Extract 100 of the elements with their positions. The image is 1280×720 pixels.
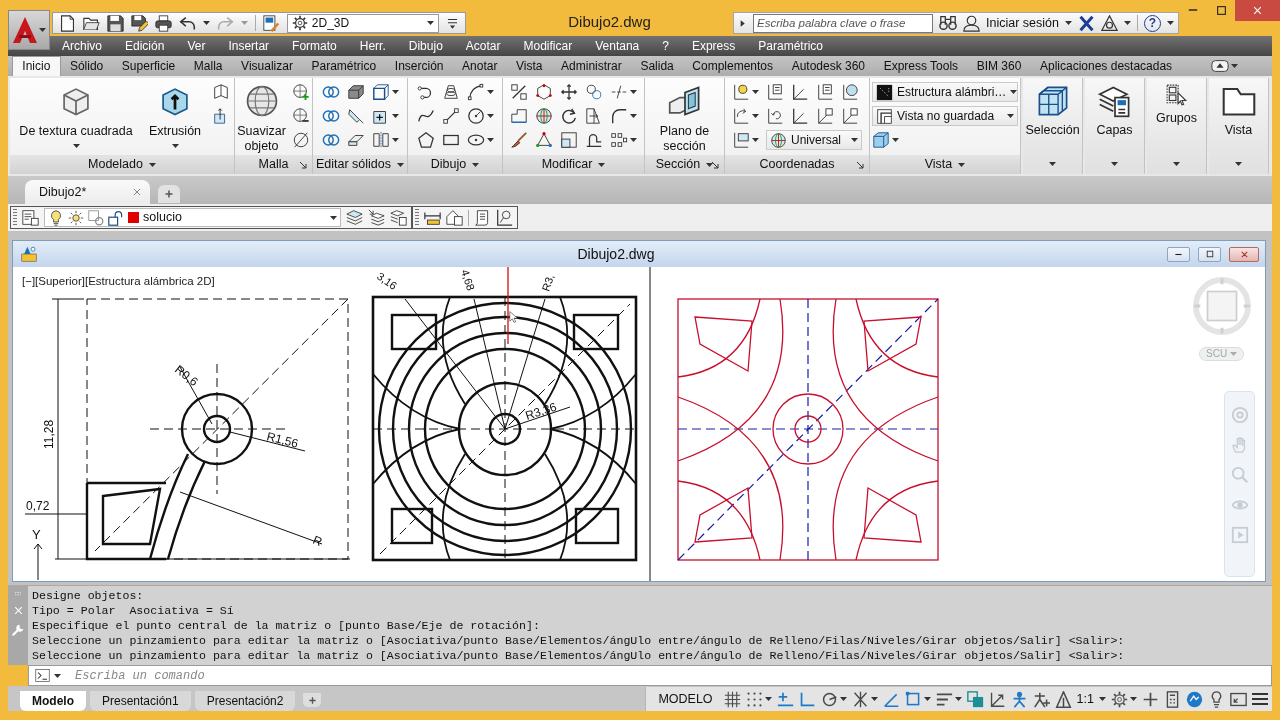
close-button[interactable]: [1229, 246, 1259, 262]
user-icon[interactable]: [963, 14, 980, 32]
sun-icon[interactable]: [68, 209, 84, 226]
box-icon[interactable]: [346, 83, 365, 101]
menu-icon[interactable]: [1252, 692, 1268, 706]
caret-icon[interactable]: [148, 162, 156, 167]
panel-title-button[interactable]: Malla: [235, 155, 312, 174]
ribbon-button[interactable]: Suavizar objeto: [237, 80, 286, 154]
caret-icon[interactable]: [764, 697, 772, 701]
helix-icon[interactable]: [441, 83, 460, 101]
axes-icon[interactable]: [791, 83, 809, 101]
arc-icon[interactable]: [466, 83, 485, 101]
ribbon-tab[interactable]: Sólido: [60, 57, 113, 76]
caret-icon[interactable]: [752, 90, 759, 94]
nested-squares-icon[interactable]: [560, 131, 578, 149]
menu-item[interactable]: Dibujo: [408, 40, 443, 52]
ribbon-tab[interactable]: Vista: [506, 57, 552, 76]
ribbon-button[interactable]: Plano de sección: [652, 80, 717, 154]
ribbon-tab[interactable]: Visualizar: [231, 57, 303, 76]
page-arrow-icon[interactable]: [585, 107, 603, 125]
caret-icon[interactable]: [598, 162, 606, 167]
ellipse-icon[interactable]: [466, 131, 485, 149]
new-file-icon[interactable]: [59, 14, 76, 32]
menu-item[interactable]: Herr.: [359, 40, 386, 52]
caret-icon[interactable]: [72, 144, 80, 148]
crossed-lines-icon[interactable]: [851, 690, 869, 708]
prompt-icon[interactable]: [35, 668, 50, 683]
plus-icon[interactable]: [164, 189, 174, 199]
caret-icon[interactable]: [1111, 162, 1118, 166]
caret-icon[interactable]: [427, 21, 434, 25]
ribbon-tab[interactable]: Inserción: [385, 57, 453, 76]
panel-title-button[interactable]: Vista: [870, 155, 1020, 174]
ribbon-tab[interactable]: Paramétrico: [302, 57, 386, 76]
linked-circles-icon[interactable]: [585, 83, 603, 101]
mesh-minus-icon[interactable]: [291, 107, 310, 125]
ribbon-tab[interactable]: Autodesk 360: [782, 57, 875, 76]
grouped-squares-pointer-icon[interactable]: [1165, 84, 1188, 106]
lines-caret-icon[interactable]: [446, 16, 459, 30]
axes-globe-icon[interactable]: [841, 83, 859, 101]
caret-icon[interactable]: [486, 114, 494, 118]
plus-line-icon[interactable]: [776, 690, 794, 708]
caret-icon[interactable]: [1007, 114, 1014, 118]
menu-item[interactable]: Edición: [125, 40, 165, 52]
layers-arrow-icon[interactable]: [368, 209, 385, 226]
cube-outline-icon[interactable]: [371, 83, 390, 101]
panel-toggle-icon[interactable]: [1211, 57, 1229, 75]
close-icon[interactable]: [132, 187, 142, 197]
expand-arrow-icon[interactable]: [738, 18, 747, 28]
caret-icon[interactable]: [1130, 697, 1137, 701]
ribbon-tab[interactable]: Anotar: [452, 57, 507, 76]
panel-title-button[interactable]: Modelado: [10, 155, 234, 174]
dropdown[interactable]: Vista no guardada: [872, 106, 1018, 126]
filled-circle-icon[interactable]: [1186, 690, 1203, 708]
triangle-ring-icon[interactable]: [1100, 14, 1118, 32]
caret-icon[interactable]: [391, 138, 399, 142]
circular-arrow-icon[interactable]: [560, 107, 578, 125]
caret-icon[interactable]: [203, 21, 210, 25]
command-input[interactable]: Escriba un comando: [73, 665, 473, 686]
layer-dropdown[interactable]: solucio: [44, 208, 341, 227]
caret-icon[interactable]: [1173, 162, 1180, 166]
panel-button[interactable]: Selección: [1023, 78, 1083, 174]
stacked-sheets-icon[interactable]: [1097, 84, 1132, 118]
layout-tab[interactable]: Presentación1: [90, 691, 191, 711]
grid-lines-icon[interactable]: [723, 690, 741, 708]
caret-icon[interactable]: [1235, 162, 1242, 166]
layer-list-icon[interactable]: [22, 209, 39, 226]
ribbon-tab[interactable]: Aplicaciones destacadas: [1030, 57, 1182, 76]
ribbon-tab[interactable]: Superficie: [112, 57, 185, 76]
axes-square-icon[interactable]: [816, 107, 834, 125]
launcher-arrow-icon[interactable]: [300, 162, 307, 169]
slanted-block-icon[interactable]: [346, 107, 365, 125]
open-padlock-icon[interactable]: [108, 209, 124, 226]
ribbon-tab[interactable]: Express Tools: [874, 57, 968, 76]
caret-icon[interactable]: [472, 162, 480, 167]
menu-item[interactable]: Modificar: [523, 40, 573, 52]
light-bulb-icon[interactable]: [48, 209, 64, 226]
menu-item[interactable]: Paramétrico: [758, 40, 823, 52]
close-icon[interactable]: [1239, 249, 1249, 259]
ribbon-button[interactable]: Extrusión: [144, 80, 206, 148]
scroll-icon[interactable]: [474, 209, 491, 226]
brush-icon[interactable]: [510, 131, 528, 149]
overlapping-circles-icon[interactable]: [321, 107, 340, 125]
binoculars-icon[interactable]: [939, 14, 957, 32]
section-plane-icon[interactable]: [667, 84, 702, 118]
globe-icon[interactable]: [770, 131, 787, 149]
document-tab[interactable]: Dibujo2*: [25, 180, 150, 204]
dropdown[interactable]: Estructura alámbri…: [872, 82, 1018, 102]
menu-item[interactable]: Ver: [187, 40, 206, 52]
menu-item[interactable]: Acotar: [465, 40, 501, 52]
menu-item[interactable]: Express: [691, 40, 736, 52]
expand-window-icon[interactable]: [1230, 690, 1247, 708]
menu-item[interactable]: Archivo: [62, 40, 102, 52]
rounded-corner-icon[interactable]: [610, 107, 628, 125]
caret-icon[interactable]: [397, 162, 404, 167]
app-menu-button[interactable]: [8, 10, 50, 50]
shaded-cube-icon[interactable]: [872, 131, 890, 149]
panel-title-button[interactable]: Coordenadas: [725, 155, 869, 174]
panel-button[interactable]: Capas: [1085, 78, 1145, 174]
caret-icon[interactable]: [1231, 64, 1238, 68]
gear-icon[interactable]: [1111, 690, 1128, 708]
